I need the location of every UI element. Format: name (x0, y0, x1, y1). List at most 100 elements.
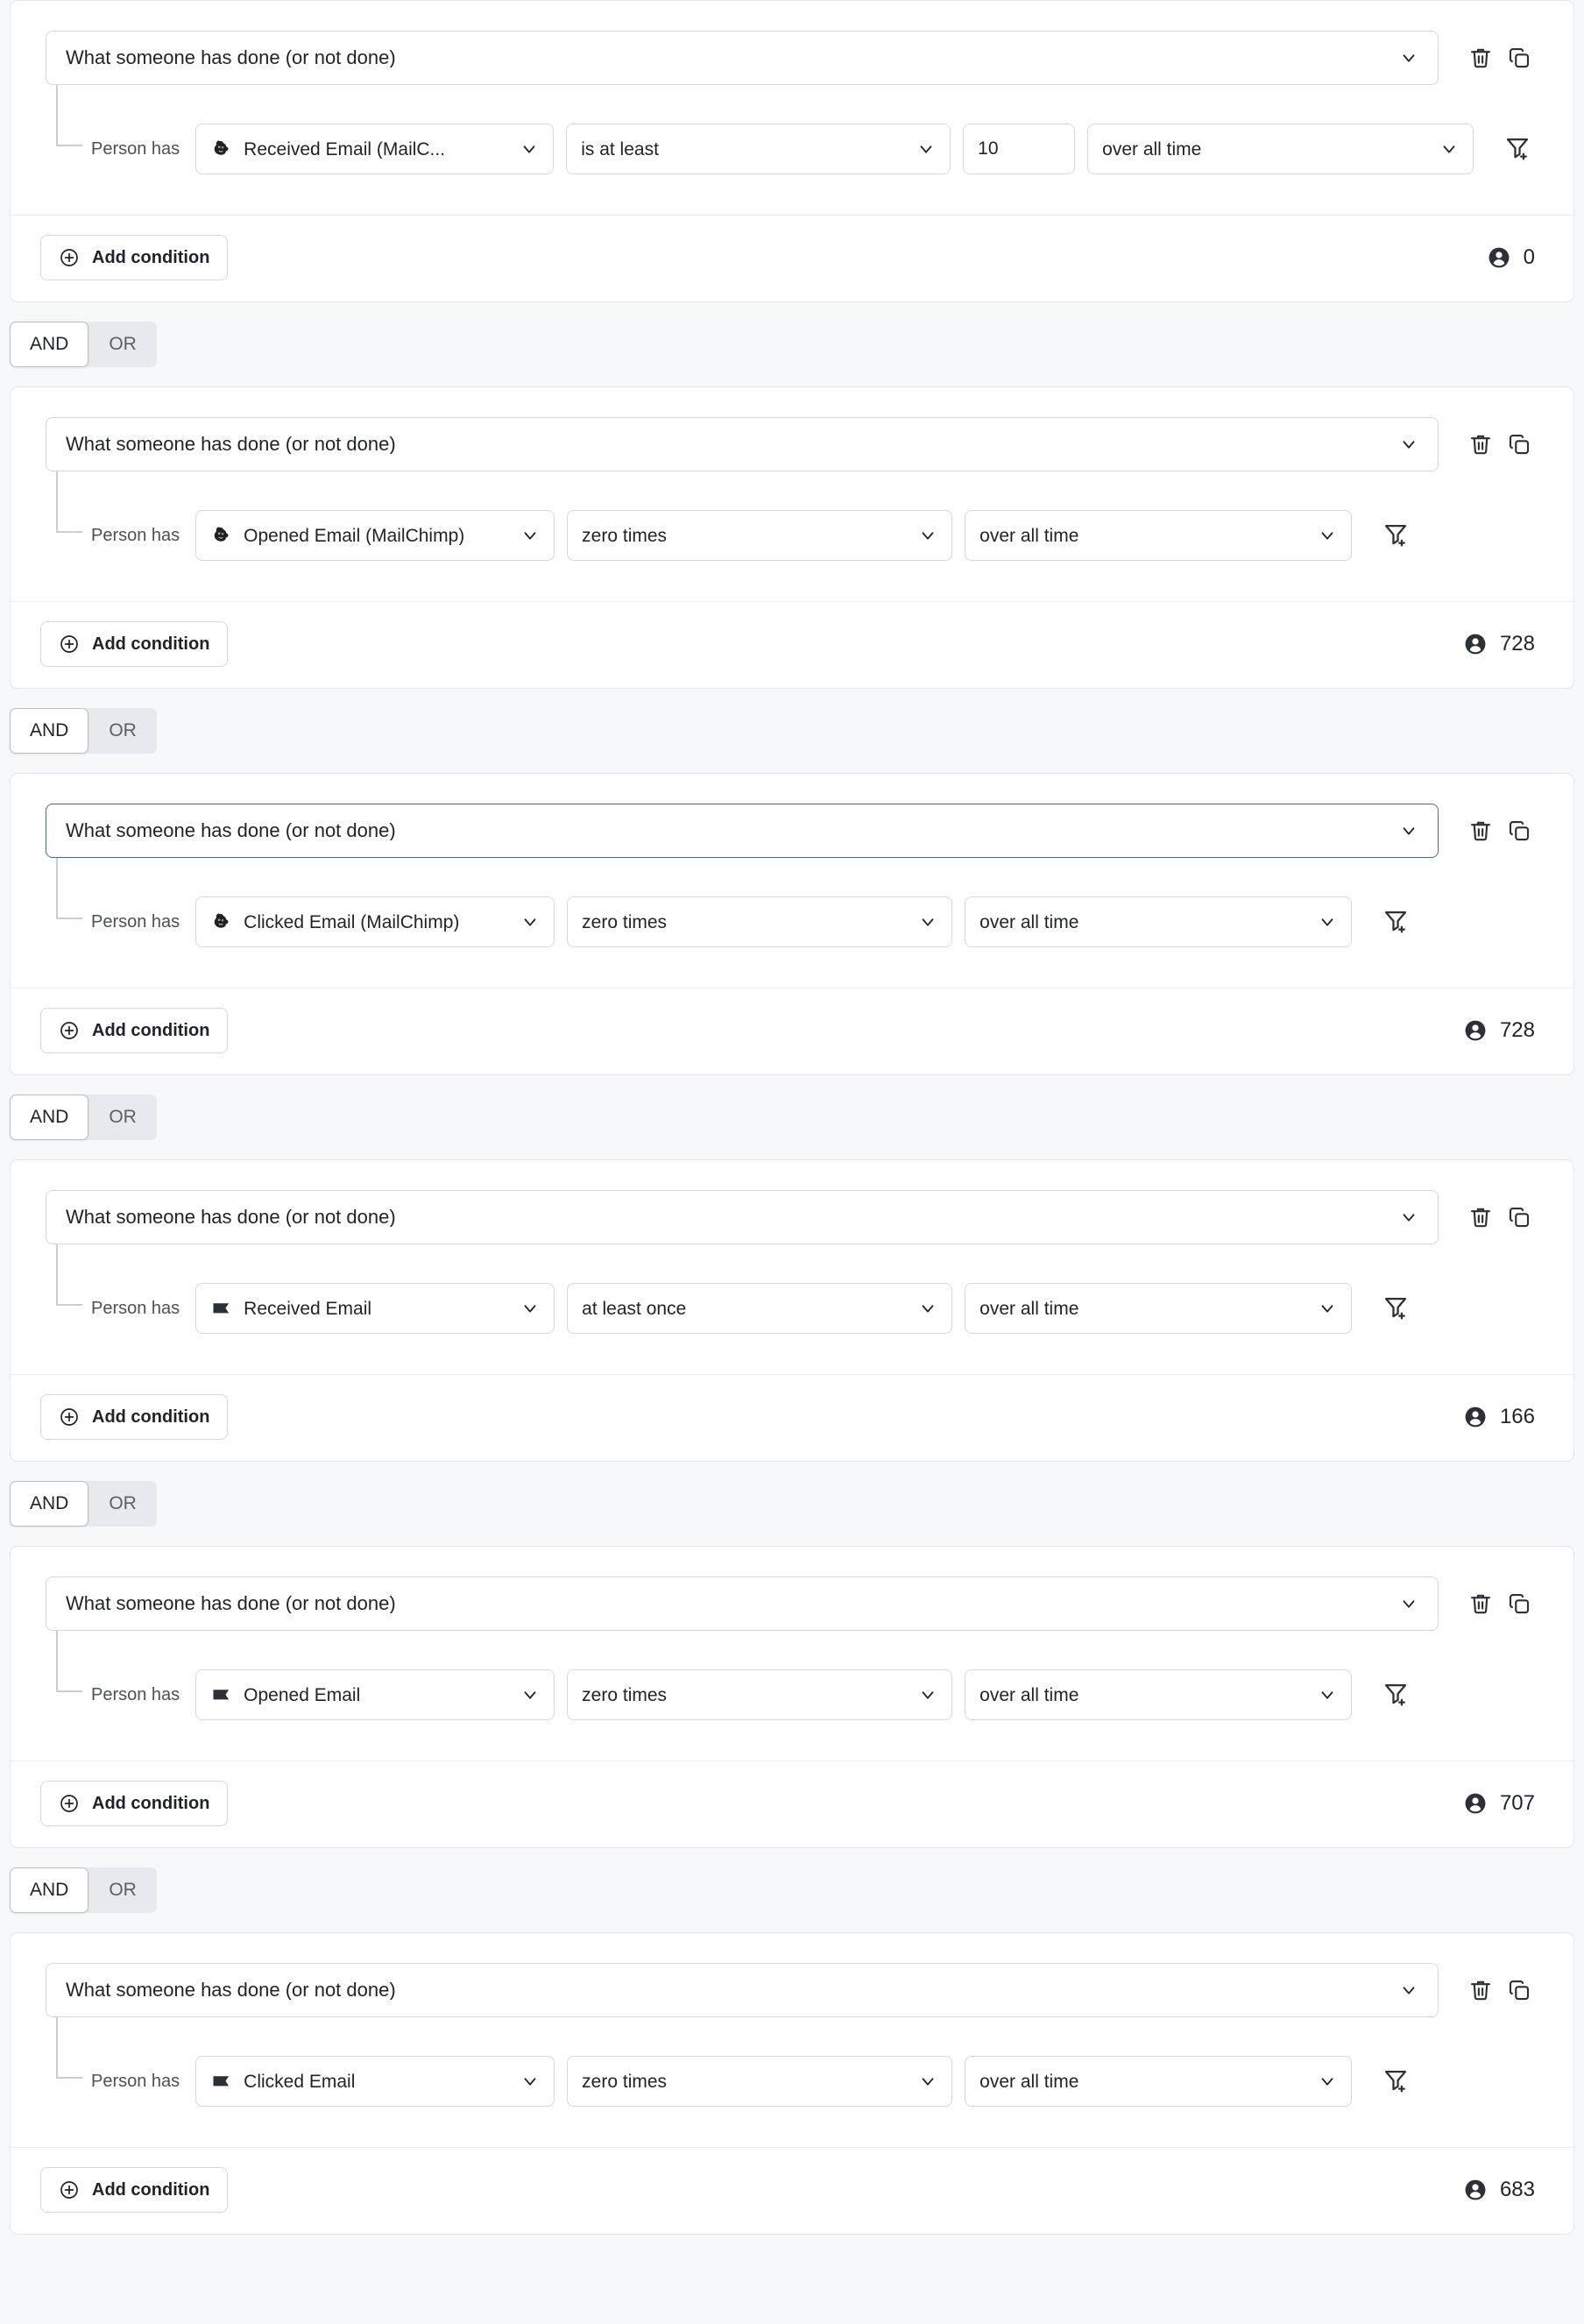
condition-type-select[interactable]: What someone has done (or not done) (46, 31, 1439, 85)
add-condition-button[interactable]: Add condition (40, 1394, 228, 1440)
timeframe-select[interactable]: over all time (965, 1669, 1352, 1720)
condition-type-select[interactable]: What someone has done (or not done) (46, 1963, 1439, 2017)
metric-label: Received Email (244, 1300, 510, 1318)
timeframe-select[interactable]: over all time (965, 1283, 1352, 1334)
condition-type-row: What someone has done (or not done) (46, 1190, 1538, 1244)
add-condition-label: Add condition (92, 1794, 209, 1814)
operator-select[interactable]: zero times (567, 1669, 952, 1720)
duplicate-condition-button[interactable] (1500, 39, 1538, 77)
and-or-toggle[interactable]: ANDOR (10, 1481, 157, 1527)
add-filter-button[interactable] (1375, 1674, 1417, 1716)
add-filter-button[interactable] (1375, 1287, 1417, 1329)
and-or-toggle[interactable]: ANDOR (10, 708, 157, 754)
delete-condition-button[interactable] (1461, 39, 1500, 77)
metric-select[interactable]: Opened Email (MailChimp) (195, 510, 555, 561)
chevron-down-icon (520, 2072, 540, 2091)
add-condition-label: Add condition (92, 634, 209, 655)
timeframe-select[interactable]: over all time (1087, 124, 1474, 174)
metric-select[interactable]: Clicked Email (MailChimp) (195, 896, 555, 947)
value-input[interactable] (963, 124, 1075, 174)
person-has-label: Person has (91, 527, 195, 544)
operator-select[interactable]: zero times (567, 896, 952, 947)
toggle-option-or[interactable]: OR (88, 322, 157, 367)
operator-select[interactable]: is at least (566, 124, 951, 174)
condition-type-row: What someone has done (or not done) (46, 1576, 1538, 1631)
condition-type-select[interactable]: What someone has done (or not done) (46, 1190, 1439, 1244)
condition-type-select[interactable]: What someone has done (or not done) (46, 804, 1439, 858)
add-condition-button[interactable]: Add condition (40, 1781, 228, 1826)
condition-type-label: What someone has done (or not done) (66, 435, 1399, 454)
delete-condition-button[interactable] (1461, 1971, 1500, 2009)
toggle-option-and[interactable]: AND (10, 1867, 88, 1913)
delete-condition-button[interactable] (1461, 1584, 1500, 1623)
operator-select[interactable]: at least once (567, 1283, 952, 1334)
toggle-option-and[interactable]: AND (10, 708, 88, 754)
sub-condition-row: Person hasReceived Email (MailC...is at … (46, 85, 1538, 174)
trash-icon (1467, 818, 1494, 844)
condition-type-select[interactable]: What someone has done (or not done) (46, 1576, 1439, 1631)
add-condition-button[interactable]: Add condition (40, 621, 228, 667)
toggle-option-and[interactable]: AND (10, 322, 88, 367)
metric-select[interactable]: Opened Email (195, 1669, 555, 1720)
duplicate-condition-button[interactable] (1500, 1971, 1538, 2009)
timeframe-label: over all time (979, 913, 1307, 932)
card-footer: Add condition 707 (11, 1761, 1573, 1847)
timeframe-select[interactable]: over all time (965, 896, 1352, 947)
chevron-down-icon (918, 1299, 937, 1318)
delete-condition-button[interactable] (1461, 811, 1500, 850)
toggle-option-and[interactable]: AND (10, 1481, 88, 1527)
timeframe-select[interactable]: over all time (965, 510, 1352, 561)
operator-label: zero times (582, 1686, 908, 1704)
card-actions (1439, 811, 1538, 850)
add-condition-button[interactable]: Add condition (40, 1008, 228, 1053)
timeframe-select[interactable]: over all time (965, 2056, 1352, 2107)
toggle-option-or[interactable]: OR (88, 1481, 157, 1527)
delete-condition-button[interactable] (1461, 425, 1500, 464)
delete-condition-button[interactable] (1461, 1198, 1500, 1236)
toggle-option-and[interactable]: AND (10, 1095, 88, 1140)
add-filter-button[interactable] (1496, 128, 1538, 170)
add-filter-button[interactable] (1375, 2060, 1417, 2102)
metric-select[interactable]: Received Email (195, 1283, 555, 1334)
toggle-option-or[interactable]: OR (88, 1867, 157, 1913)
card-actions (1439, 1971, 1538, 2009)
and-or-toggle[interactable]: ANDOR (10, 1867, 157, 1913)
add-condition-button[interactable]: Add condition (40, 2167, 228, 2213)
add-condition-label: Add condition (92, 2180, 209, 2200)
condition-type-row: What someone has done (or not done) (46, 804, 1538, 858)
operator-label: zero times (582, 2072, 908, 2091)
metric-select[interactable]: Clicked Email (195, 2056, 555, 2107)
add-condition-button[interactable]: Add condition (40, 235, 228, 280)
operator-select[interactable]: zero times (567, 2056, 952, 2107)
add-filter-button[interactable] (1375, 901, 1417, 943)
and-or-toggle[interactable]: ANDOR (10, 1095, 157, 1140)
toggle-option-or[interactable]: OR (88, 1095, 157, 1140)
plus-circle-icon (59, 1406, 80, 1428)
card-actions (1439, 425, 1538, 464)
and-or-toggle[interactable]: ANDOR (10, 322, 157, 367)
chevron-down-icon (520, 1299, 540, 1318)
flag-icon (210, 1683, 233, 1706)
toggle-option-or[interactable]: OR (88, 708, 157, 754)
metric-select[interactable]: Received Email (MailC... (195, 124, 554, 174)
duplicate-condition-button[interactable] (1500, 425, 1538, 464)
profile-count: 707 (1463, 1791, 1544, 1816)
logic-connector: ANDOR (0, 1075, 1584, 1159)
card-body: What someone has done (or not done) Perso… (11, 387, 1573, 561)
duplicate-condition-button[interactable] (1500, 811, 1538, 850)
duplicate-icon (1506, 1591, 1532, 1617)
condition-type-row: What someone has done (or not done) (46, 1963, 1538, 2017)
trash-icon (1467, 1204, 1494, 1230)
duplicate-condition-button[interactable] (1500, 1198, 1538, 1236)
operator-select[interactable]: zero times (567, 510, 952, 561)
duplicate-condition-button[interactable] (1500, 1584, 1538, 1623)
add-filter-button[interactable] (1375, 514, 1417, 556)
chevron-down-icon (520, 139, 539, 159)
chevron-down-icon (520, 912, 540, 932)
sub-condition-row: Person hasClicked Email zero times over al… (46, 2017, 1538, 2107)
chevron-down-icon (1399, 1594, 1418, 1613)
card-actions (1439, 1198, 1538, 1236)
person-has-label: Person has (91, 2072, 195, 2090)
condition-type-select[interactable]: What someone has done (or not done) (46, 417, 1439, 471)
profile-count-value: 166 (1500, 1406, 1535, 1428)
